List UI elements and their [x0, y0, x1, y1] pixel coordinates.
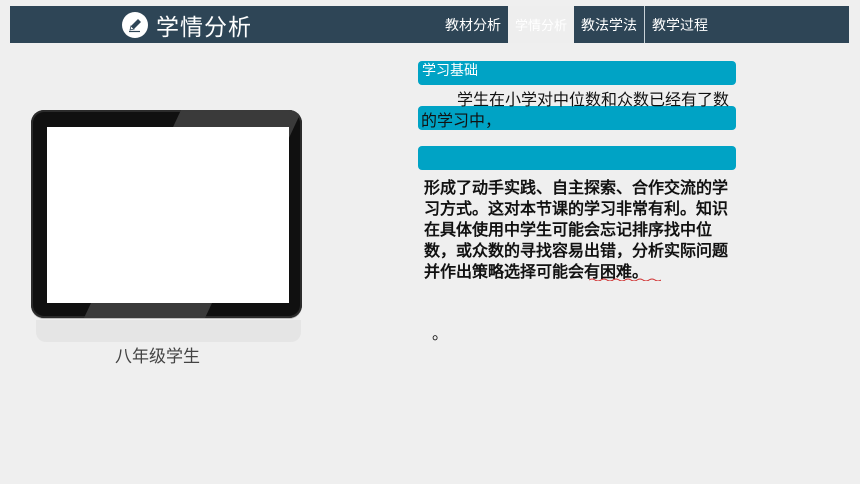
tab-learner-analysis[interactable]: 学情分析 — [508, 6, 575, 43]
tab-teaching-methods[interactable]: 教法学法 — [574, 6, 646, 43]
tablet-image — [31, 110, 302, 318]
section-label: 学习基础 — [422, 63, 478, 79]
spellcheck-underline — [589, 278, 661, 281]
highlight-bar-3 — [418, 146, 736, 170]
paragraph-intro: 学生在小学对中位数和众数已经有了数的学习中， — [421, 90, 730, 130]
top-header-bar: 学情分析 教材分析 学情分析 教法学法 教学过程 — [10, 6, 849, 43]
pencil-icon — [122, 11, 148, 38]
tab-teaching-process[interactable]: 教学过程 — [645, 6, 715, 43]
tablet-reflection — [36, 320, 301, 342]
tab-textbook-analysis[interactable]: 教材分析 — [438, 6, 508, 43]
nav-tabs: 教材分析 学情分析 教法学法 教学过程 — [438, 6, 715, 43]
trailing-period: 。 — [432, 324, 449, 343]
page-title: 学情分析 — [156, 14, 252, 41]
tablet-screen — [47, 127, 289, 303]
image-caption: 八年级学生 — [115, 347, 200, 367]
page-title-group: 学情分析 — [122, 6, 252, 43]
paragraph-body: 形成了动手实践、自主探索、合作交流的学习方式。这对本节课的学习非常有利。知识在具… — [424, 178, 729, 281]
